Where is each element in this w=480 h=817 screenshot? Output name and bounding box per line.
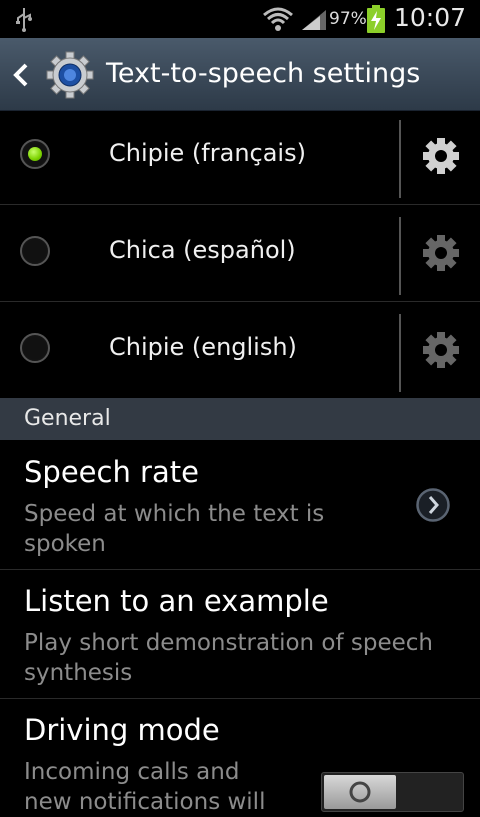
section-header-label: General [24, 406, 111, 431]
subtitle-line: Incoming calls and [24, 759, 240, 785]
subtitle-line: new notifications will [24, 789, 266, 815]
radio-button[interactable] [20, 139, 50, 169]
subtitle-line: synthesis [24, 660, 133, 686]
voice-row-chipie-english[interactable]: Chipie (english) [0, 302, 480, 399]
setting-subtitle: Incoming calls and new notifications wil… [24, 757, 265, 817]
action-bar: Text-to-speech settings [0, 38, 480, 111]
voice-row-chipie-francais[interactable]: Chipie (français) [0, 108, 480, 205]
wifi-icon [263, 7, 293, 31]
setting-subtitle: Play short demonstration of speech synth… [24, 628, 433, 688]
battery-charging-icon [367, 5, 385, 33]
chevron-left-icon[interactable] [10, 62, 32, 88]
chevron-right-circle-icon[interactable] [415, 487, 451, 523]
gear-icon[interactable] [422, 234, 460, 272]
setting-speech-rate[interactable]: Speech rate Speed at which the text is s… [0, 441, 480, 570]
toggle-circle-icon [349, 781, 371, 803]
divider [399, 314, 401, 392]
section-header-general: General [0, 398, 480, 440]
gear-icon[interactable] [422, 137, 460, 175]
setting-title: Listen to an example [24, 584, 329, 618]
voice-label: Chipie (english) [109, 333, 297, 361]
usb-icon [16, 8, 32, 32]
subtitle-line: Speed at which the text is [24, 501, 325, 527]
signal-icon [302, 10, 326, 30]
voice-row-chica-espanol[interactable]: Chica (español) [0, 205, 480, 302]
voice-label: Chica (español) [109, 236, 296, 264]
subtitle-line: spoken [24, 531, 106, 557]
clock: 10:07 [394, 3, 467, 32]
setting-title: Driving mode [24, 713, 220, 747]
driving-mode-toggle[interactable] [321, 772, 464, 812]
radio-selected-dot [28, 147, 42, 161]
battery-percent: 97% [329, 9, 367, 29]
radio-button[interactable] [20, 333, 50, 363]
radio-button[interactable] [20, 236, 50, 266]
toggle-knob[interactable] [324, 775, 396, 809]
page-title: Text-to-speech settings [106, 58, 421, 89]
settings-gear-icon[interactable] [46, 51, 94, 99]
subtitle-line: Play short demonstration of speech [24, 630, 434, 656]
voice-label: Chipie (français) [109, 139, 306, 167]
divider [399, 217, 401, 295]
setting-listen-example[interactable]: Listen to an example Play short demonstr… [0, 570, 480, 699]
setting-title: Speech rate [24, 455, 199, 489]
setting-subtitle: Speed at which the text is spoken [24, 499, 324, 559]
status-bar: 97% 10:07 [0, 0, 480, 38]
gear-icon[interactable] [422, 331, 460, 369]
divider [399, 120, 401, 198]
